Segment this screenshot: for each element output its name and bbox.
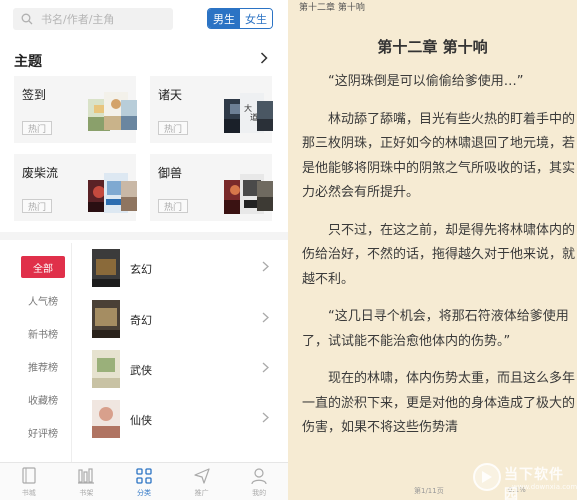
category-favorites[interactable]: 收藏榜 [21, 388, 65, 410]
hot-tag: 热门 [22, 199, 52, 213]
genre-row-qihuan[interactable]: 奇幻 [88, 296, 273, 342]
genre-label: 武侠 [130, 364, 152, 377]
bookstore-category-screen: 书名/作者/主角 男生 女生 主题 签到 热门 诸天 热门 废柴流 热门 御兽 … [0, 0, 288, 500]
theme-name: 诸天 [158, 88, 183, 102]
paragraph: 只不过，在这之前，却是得先将林啸体内的伤给治好，不然的话，拖得越久对于他来说，就… [302, 222, 576, 287]
paragraph: 现在的林啸，体内伤势太重，而且这么多年一直的淤积下来，更是对他的身体造成了极大的… [302, 371, 576, 435]
genre-row-xianxia[interactable]: 仙侠 [88, 396, 273, 442]
book-cover-image [92, 400, 120, 438]
book-icon [22, 467, 36, 484]
nav-label: 书城 [21, 489, 36, 497]
book-cover-image [257, 181, 273, 211]
nav-label: 分类 [136, 489, 151, 497]
hot-tag: 热门 [22, 121, 52, 135]
chevron-right-icon [262, 312, 269, 323]
nav-category[interactable]: 分类 [115, 463, 173, 500]
search-icon [21, 13, 33, 25]
category-new[interactable]: 新书榜 [21, 322, 65, 344]
watermark: 当下软件园 www.downxia.com [472, 458, 577, 500]
book-cover-image [92, 249, 120, 287]
category-grid-icon [136, 468, 152, 484]
nav-label: 我的 [252, 489, 267, 497]
theme-name: 签到 [22, 88, 47, 102]
ranking-sidebar: 全部 人气榜 新书榜 推荐榜 收藏榜 好评榜 [14, 243, 72, 465]
reader-header-chapter: 第十二章 第十响 [299, 3, 365, 13]
chevron-right-icon [262, 362, 269, 373]
book-cover-image [121, 181, 137, 211]
chevron-right-icon [262, 261, 269, 272]
hot-tag: 热门 [158, 121, 188, 135]
watermark-title: 当下软件园 [504, 467, 564, 500]
paragraph: 林动舔了舔嘴，目光有些火热的盯着手中的那三枚阴珠，正好如今的林啸退回了地元境，若… [302, 111, 576, 201]
category-popularity[interactable]: 人气榜 [21, 289, 65, 311]
book-cover-image [121, 100, 137, 130]
nav-bookstore[interactable]: 书城 [0, 463, 58, 500]
chevron-right-icon [262, 412, 269, 423]
search-placeholder: 书名/作者/主角 [41, 13, 115, 26]
user-icon [251, 468, 267, 485]
genre-label: 玄幻 [130, 263, 152, 276]
nav-label: 推广 [194, 489, 209, 497]
nav-bookshelf[interactable]: 书架 [58, 463, 116, 500]
bookshelf-icon [78, 468, 95, 484]
book-cover-image [92, 350, 120, 388]
section-title: 主题 [14, 54, 42, 70]
gender-male-button[interactable]: 男生 [208, 9, 240, 28]
theme-name: 御兽 [158, 166, 183, 180]
category-recommend[interactable]: 推荐榜 [21, 355, 65, 377]
category-all[interactable]: 全部 [21, 256, 65, 278]
gender-female-button[interactable]: 女生 [240, 9, 272, 28]
category-rating[interactable]: 好评榜 [21, 421, 65, 443]
genre-label: 仙侠 [130, 414, 152, 427]
search-input[interactable]: 书名/作者/主角 [13, 8, 173, 30]
book-cover-image [257, 101, 273, 131]
watermark-logo-icon [473, 463, 501, 491]
paragraph: “这几日寻个机会，将那石符液体给爹使用了，试试能不能治愈他体内的伤势。” [302, 309, 569, 349]
nav-label: 书架 [79, 489, 94, 497]
svg-text:大: 大 [244, 103, 252, 113]
book-cover-image [92, 300, 120, 338]
nav-promote[interactable]: 推广 [173, 463, 231, 500]
gender-toggle[interactable]: 男生 女生 [207, 8, 273, 29]
theme-name: 废柴流 [22, 166, 59, 180]
genre-row-wuxia[interactable]: 武侠 [88, 346, 273, 392]
section-divider [0, 232, 288, 240]
page-indicator: 第1/11页 [414, 487, 444, 495]
chapter-title: 第十二章 第十响 [377, 38, 488, 56]
genre-row-xuanhuan[interactable]: 玄幻 [88, 245, 273, 291]
chevron-right-icon[interactable] [260, 52, 268, 64]
watermark-url: www.downxia.com [512, 483, 577, 491]
reader-screen[interactable]: 第十二章 第十响 第十二章 第十响 “这阴珠倒是可以偷偷给爹使用…” 林动舔了舔… [288, 0, 577, 500]
send-icon [193, 468, 210, 484]
genre-label: 奇幻 [130, 314, 152, 327]
nav-profile[interactable]: 我的 [230, 463, 288, 500]
bottom-navigation: 书城 书架 分类 推广 我的 [0, 462, 288, 500]
hot-tag: 热门 [158, 199, 188, 213]
paragraph: “这阴珠倒是可以偷偷给爹使用…” [328, 74, 524, 89]
chapter-body: “这阴珠倒是可以偷偷给爹使用…” 林动舔了舔嘴，目光有些火热的盯着手中的那三枚阴… [302, 70, 577, 454]
